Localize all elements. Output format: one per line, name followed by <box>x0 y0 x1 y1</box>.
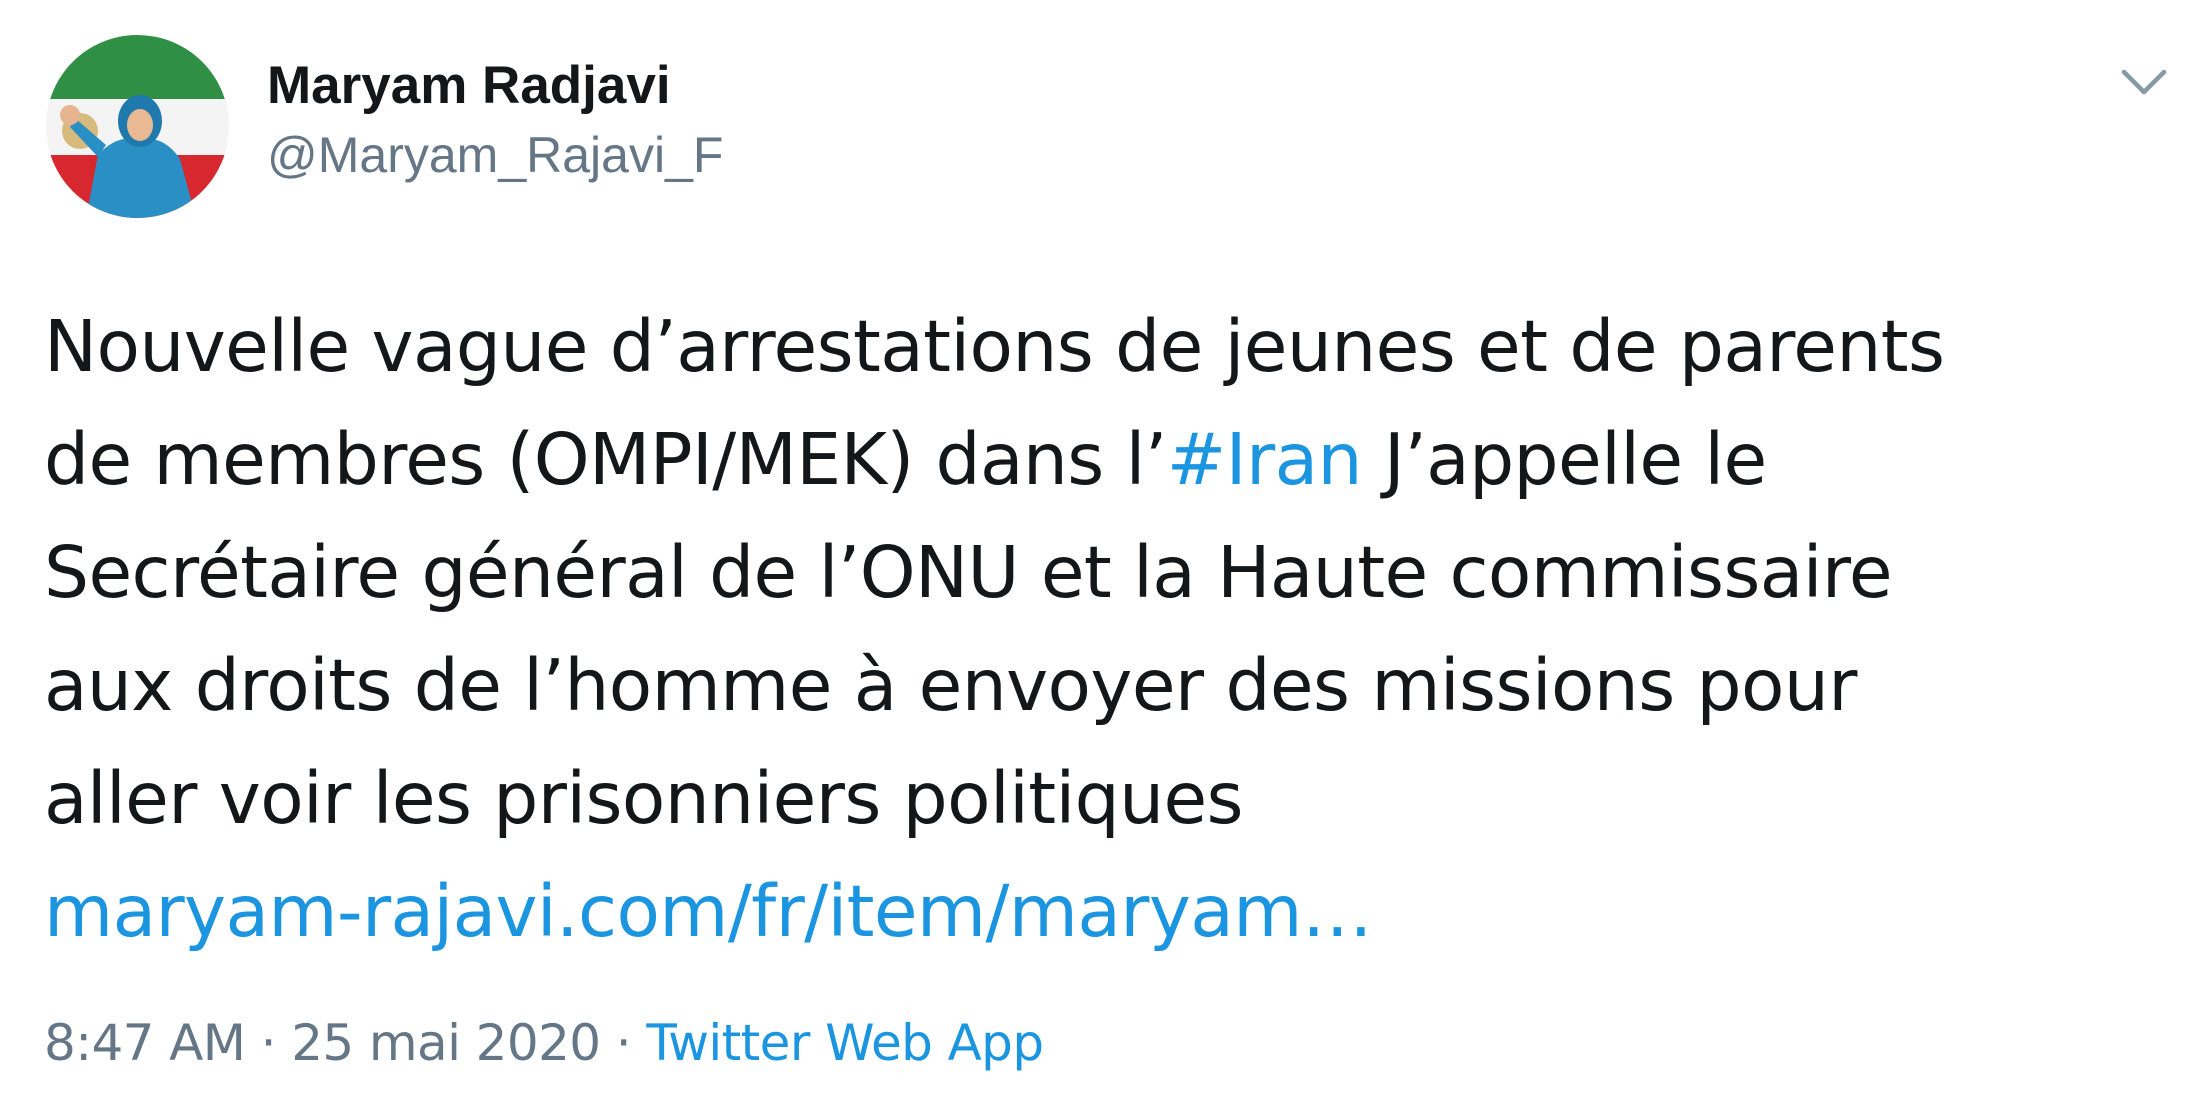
tweet-text-segment: J’appelle le <box>1361 418 1767 501</box>
tweet-text-line: Nouvelle vague d’arrestations de jeunes … <box>44 305 1945 388</box>
author-display-name[interactable]: Maryam Radjavi <box>267 54 723 118</box>
tweet-text-segment: de membres (OMPI/MEK) dans l’ <box>44 418 1167 501</box>
meta-separator: · <box>600 1014 647 1072</box>
chevron-down-icon <box>2121 69 2167 95</box>
author-block: Maryam Radjavi @Maryam_Rajavi_F <box>267 54 723 186</box>
author-handle[interactable]: @Maryam_Rajavi_F <box>267 124 723 186</box>
tweet-text: Nouvelle vague d’arrestations de jeunes … <box>44 290 2164 968</box>
tweet-text-line: Secrétaire général de l’ONU et la Haute … <box>44 531 1893 614</box>
tweet-text-line: de membres (OMPI/MEK) dans l’#Iran J’app… <box>44 403 2164 516</box>
tweet-url-link[interactable]: maryam-rajavi.com/fr/item/maryam… <box>44 855 2164 968</box>
tweet-date[interactable]: 25 mai 2020 <box>291 1014 601 1072</box>
hashtag-link-iran[interactable]: #Iran <box>1167 418 1363 501</box>
avatar[interactable] <box>46 35 229 218</box>
tweet-menu-button[interactable] <box>2118 56 2170 108</box>
tweet-card: Maryam Radjavi @Maryam_Rajavi_F Nouvelle… <box>0 0 2200 1108</box>
tweet-source-link[interactable]: Twitter Web App <box>646 1014 1044 1072</box>
tweet-metadata: 8:47 AM · 25 mai 2020 · Twitter Web App <box>44 1012 1044 1074</box>
tweet-timestamp[interactable]: 8:47 AM <box>44 1014 246 1072</box>
tweet-text-line: aux droits de l’homme à envoyer des miss… <box>44 644 1857 727</box>
avatar-image <box>46 35 229 218</box>
meta-separator: · <box>245 1014 292 1072</box>
tweet-text-line: aller voir les prisonniers politiques <box>44 757 1244 840</box>
